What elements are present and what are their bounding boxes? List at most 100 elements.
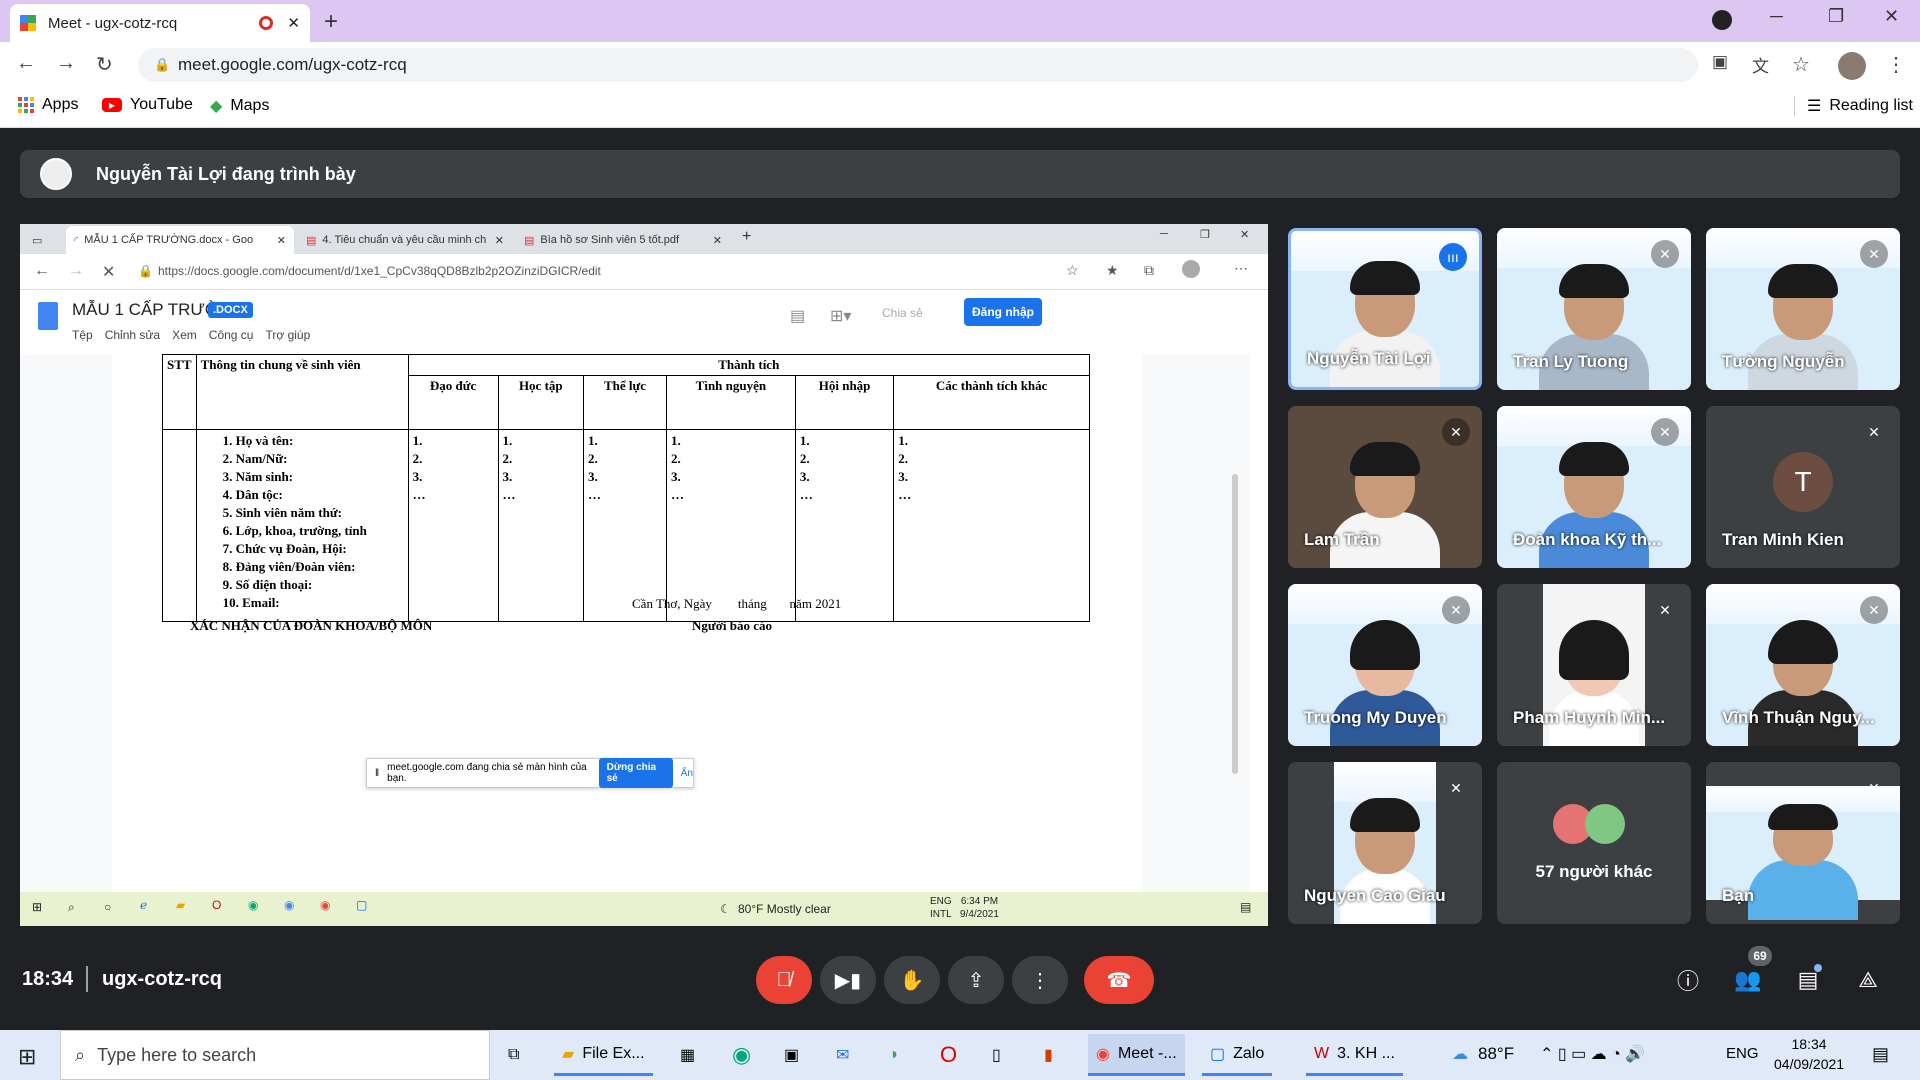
cell-item: 1. (588, 433, 598, 448)
folder-icon: ▰ (176, 898, 186, 912)
chat-button[interactable]: ▤ (1788, 960, 1828, 1000)
raise-hand-button[interactable]: ✋ (884, 956, 940, 1004)
present-screen-icon: ⇪ (967, 969, 985, 992)
person (1748, 620, 1858, 746)
doc-menu: Tệp Chỉnh sửa Xem Công cụ Trợ giúp (72, 328, 310, 342)
camera-toggle-button[interactable]: ▶▮ (820, 956, 876, 1004)
store-icon[interactable]: ▣ (776, 1034, 807, 1076)
opera-icon[interactable]: O (932, 1034, 965, 1076)
app-icon[interactable]: ◑ (880, 1034, 906, 1076)
bookmark-label: YouTube (130, 96, 193, 113)
person (1330, 620, 1440, 746)
reload-icon[interactable]: ↻ (96, 52, 113, 77)
cell-item: 3. (670, 469, 681, 484)
cell-item: 2. (898, 451, 909, 466)
taskbar-app-icon[interactable]: ▦ (672, 1034, 703, 1076)
new-tab-button[interactable]: + (324, 8, 338, 36)
windows-start-icon[interactable]: ⊞ (18, 1044, 36, 1070)
chat-unread-dot (1814, 964, 1822, 972)
cell-item: 3. (898, 469, 909, 484)
achievement-table: STT Thông tin chung về sinh viên Thành t… (162, 354, 1091, 622)
participant-tile[interactable]: ✕ Tường Nguyễn (1706, 228, 1900, 390)
office-icon[interactable]: ▮ (1036, 1034, 1061, 1076)
info-item: 4. Dân tộc: (222, 487, 283, 502)
profile-dropdown-icon[interactable] (1712, 10, 1732, 30)
more-options-button[interactable]: ⋮ (1012, 956, 1068, 1004)
profile-avatar[interactable] (1838, 52, 1866, 80)
taskbar-file-explorer[interactable]: ▰ File Ex... (554, 1034, 653, 1076)
bookmark-youtube[interactable]: ▶ YouTube (102, 96, 193, 114)
task-view-icon[interactable]: ⧉ (500, 1034, 527, 1076)
tab-close-icon[interactable]: ✕ (287, 14, 300, 32)
participant-tile[interactable]: ✕ Vĩnh Thuận Nguy... (1706, 584, 1900, 746)
doc-share-button: Chia sẻ (882, 306, 923, 320)
back-icon[interactable]: ← (16, 52, 36, 75)
self-tile[interactable]: ✕ Bạn (1706, 762, 1900, 924)
translate-icon[interactable]: 文 (1752, 52, 1769, 77)
window-close-button[interactable]: ✕ (1884, 6, 1899, 27)
person (1539, 442, 1649, 568)
bookmark-apps[interactable]: Apps (18, 96, 78, 114)
edge-icon[interactable]: ◉ (724, 1034, 759, 1076)
mail-icon[interactable]: ✉ (828, 1034, 857, 1076)
minimize-button[interactable]: ─ (1770, 6, 1783, 27)
participant-tile[interactable]: ✕ Truong My Duyen (1288, 584, 1482, 746)
forward-icon[interactable]: → (56, 52, 76, 75)
opera-icon: O (212, 898, 222, 912)
tray-icons[interactable]: ⌃ ▯ ▭ ☁ ◔ 🔊 (1540, 1044, 1645, 1064)
cell-item: … (412, 487, 426, 502)
taskbar-doc[interactable]: W 3. KH ... (1306, 1034, 1403, 1076)
activities-button[interactable]: ⟁ (1848, 960, 1888, 1000)
present-button[interactable]: ⇪ (948, 956, 1004, 1004)
taskbar-search[interactable]: ⌕ Type here to search (60, 1030, 490, 1080)
maximize-button[interactable]: ❐ (1828, 6, 1844, 27)
cell-item: 2. (412, 451, 423, 466)
participant-tile[interactable]: ııı Nguyễn Tài Lợi (1288, 228, 1482, 390)
docs-header: MẪU 1 CẤP TRƯỜNG .DOCX Tệp Chỉnh sửa Xem… (20, 290, 1268, 354)
cell-item: 2. (670, 451, 681, 466)
people-button[interactable]: 👥 (1728, 960, 1768, 1000)
close-icon: ✕ (1240, 229, 1250, 241)
taskbar-clock[interactable]: 18:34 04/09/2021 (1774, 1034, 1844, 1074)
cell-item: 3. (502, 469, 513, 484)
reading-list[interactable]: ☰ Reading list (1794, 96, 1913, 116)
others-tile[interactable]: 57 người khác (1497, 762, 1691, 924)
leave-call-button[interactable]: ☎ (1084, 956, 1154, 1004)
achievement-cell: 1. 2. 3.… (407, 429, 499, 622)
participant-tile[interactable]: ✕ Lam Trần (1288, 406, 1482, 568)
people-icon: 👥 (1734, 967, 1762, 992)
weather-icon[interactable]: ☁ (1452, 1044, 1468, 1064)
address-bar[interactable]: 🔒 meet.google.com/ugx-cotz-rcq (138, 48, 1698, 82)
participant-tile[interactable]: ✕ Pham Huynh Min... (1497, 584, 1691, 746)
file-icon[interactable]: ▯ (984, 1034, 1009, 1076)
cell-item: … (799, 487, 813, 502)
drag-handle-icon: ‖ (375, 767, 380, 779)
info-item: 10. Email: (222, 595, 280, 610)
bookmark-maps[interactable]: ◆ Maps (210, 96, 269, 116)
avatar (1585, 804, 1625, 844)
start-icon: ⊞ (32, 900, 43, 914)
taskbar-zalo[interactable]: ▢ Zalo (1202, 1034, 1273, 1076)
participant-tile[interactable]: T ✕ Tran Minh Kien (1706, 406, 1900, 568)
taskbar-language[interactable]: ENG (1726, 1045, 1759, 1062)
notifications-icon[interactable]: ▤ (1872, 1044, 1889, 1065)
activities-icon: ⟁ (1858, 967, 1878, 992)
participant-tile[interactable]: ✕ Đoàn khoa Kỹ th... (1497, 406, 1691, 568)
shared-clock: 6:34 PM 9/4/2021 (960, 895, 999, 921)
participant-tile[interactable]: ✕ Tran Ly Tuong (1497, 228, 1691, 390)
meeting-details-button[interactable]: ⓘ (1668, 960, 1708, 1000)
camera-icon[interactable]: ▣ (1712, 52, 1728, 72)
participant-tile[interactable]: ✕ Nguyen Cao Giau (1288, 762, 1482, 924)
loading-icon: ◜ (74, 234, 79, 247)
back-icon: ← (34, 262, 50, 279)
menu-icon[interactable]: ⋮ (1886, 52, 1906, 77)
bookmark-star-icon[interactable]: ☆ (1792, 52, 1810, 77)
taskbar-weather[interactable]: 88°F (1478, 1044, 1514, 1064)
lock-icon: 🔒 (154, 57, 171, 72)
taskbar-app-label: Meet -... (1117, 1044, 1177, 1062)
divider (86, 966, 88, 992)
minimize-icon: ─ (1160, 228, 1168, 240)
taskbar-meet[interactable]: ◉ Meet -... (1088, 1034, 1185, 1076)
mic-toggle-button[interactable]: 🎙̸ (756, 956, 812, 1004)
browser-tab-meet[interactable]: Meet - ugx-cotz-rcq ✕ (10, 4, 310, 42)
